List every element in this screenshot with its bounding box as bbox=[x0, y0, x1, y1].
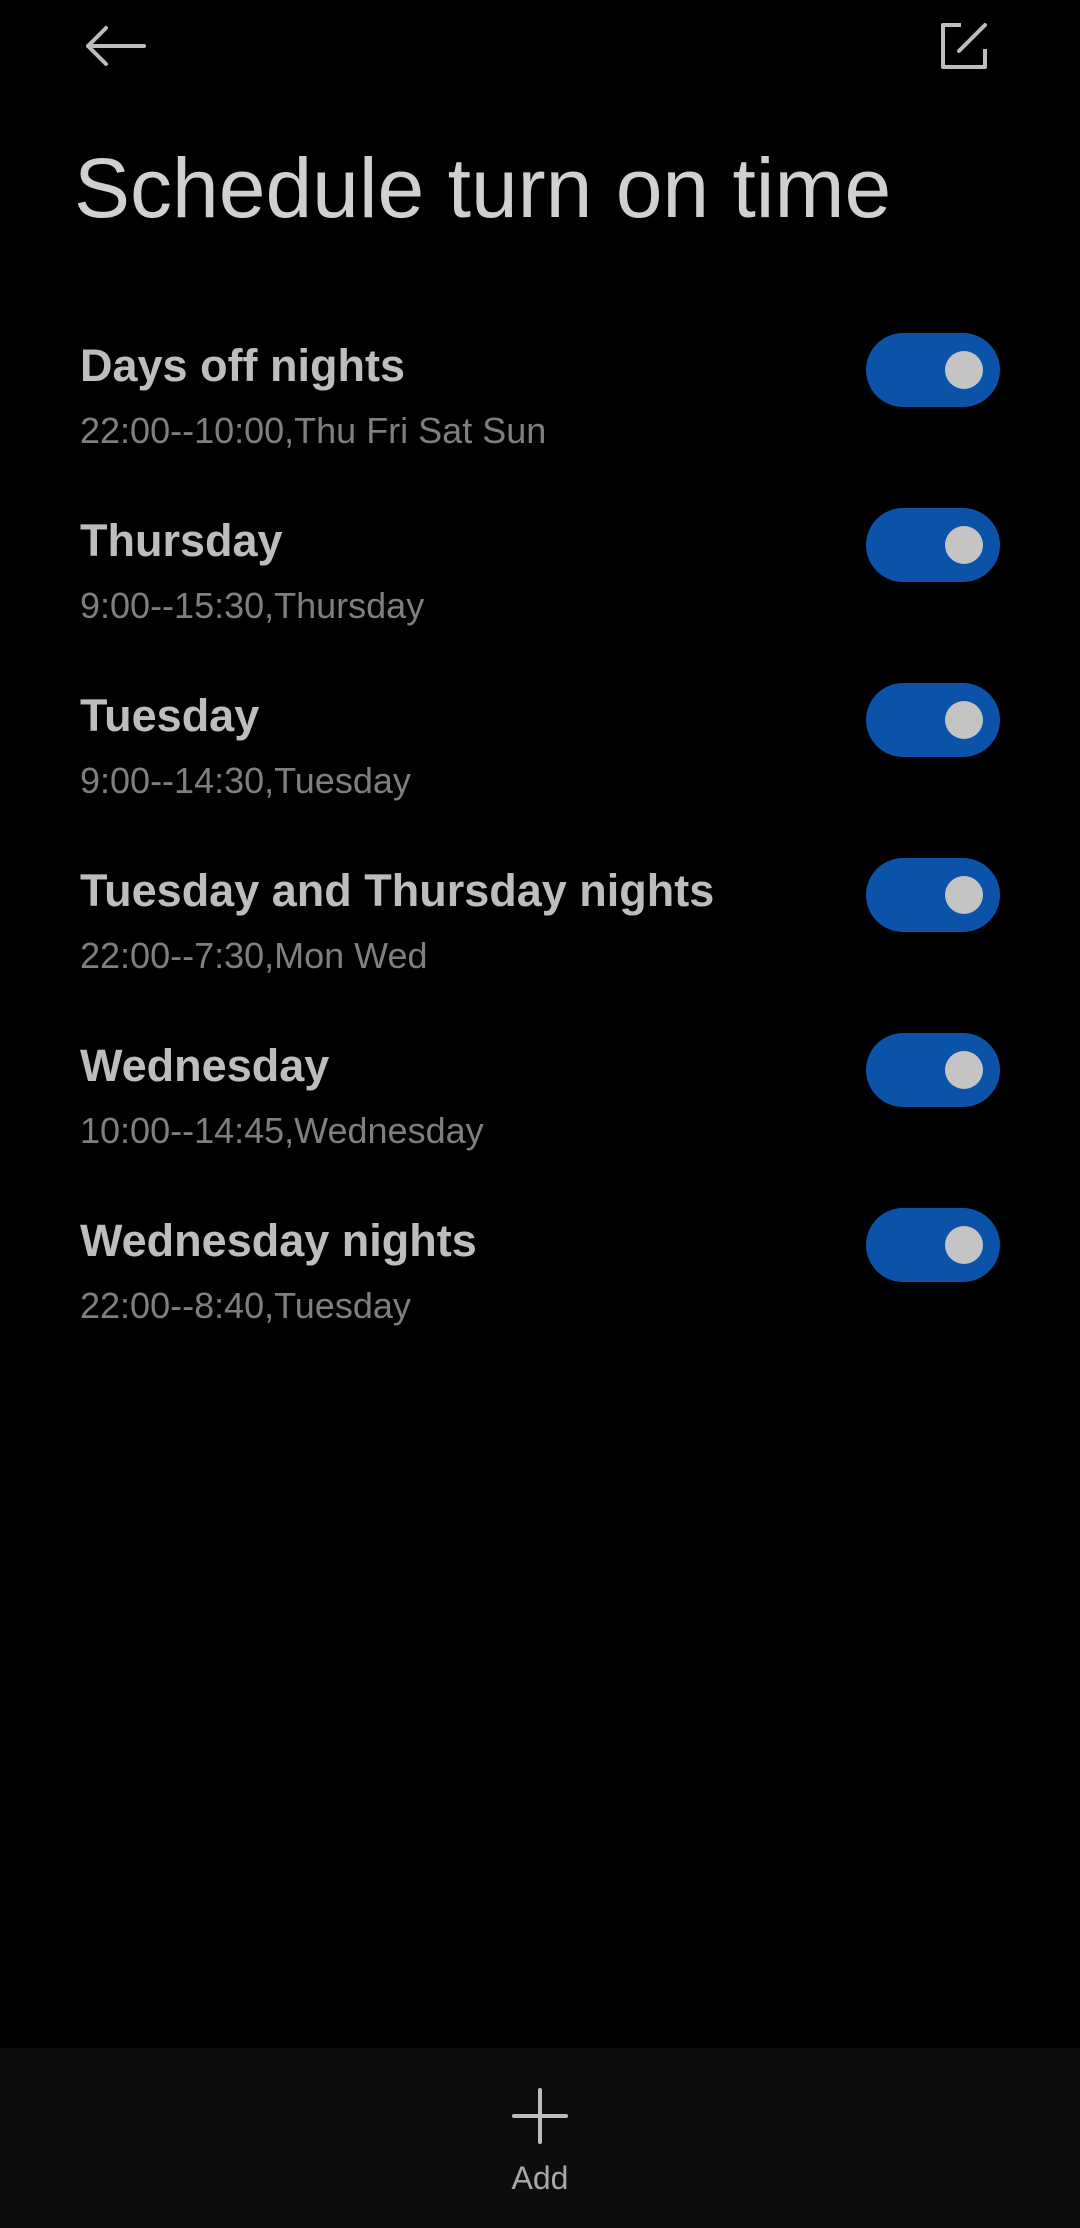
schedule-subtitle: 22:00--8:40,Tuesday bbox=[80, 1285, 411, 1326]
schedule-toggle[interactable] bbox=[866, 1208, 1000, 1282]
schedule-subtitle: 10:00--14:45,Wednesday bbox=[80, 1110, 484, 1151]
edit-button[interactable] bbox=[924, 6, 1004, 86]
bottom-bar: Add bbox=[0, 2048, 1080, 2228]
schedule-row[interactable]: Tuesday 9:00--14:30,Tuesday bbox=[0, 666, 1080, 841]
schedule-title: Wednesday nights bbox=[80, 1215, 477, 1266]
top-bar bbox=[0, 0, 1080, 100]
arrow-left-icon bbox=[86, 26, 146, 66]
plus-icon bbox=[512, 2088, 568, 2144]
toggle-knob bbox=[945, 701, 983, 739]
schedule-row[interactable]: Days off nights 22:00--10:00,Thu Fri Sat… bbox=[0, 316, 1080, 491]
schedule-title: Thursday bbox=[80, 515, 283, 566]
schedule-subtitle: 22:00--7:30,Mon Wed bbox=[80, 935, 428, 976]
schedule-toggle[interactable] bbox=[866, 1033, 1000, 1107]
schedule-toggle[interactable] bbox=[866, 683, 1000, 757]
schedule-title: Wednesday bbox=[80, 1040, 330, 1091]
schedule-toggle[interactable] bbox=[866, 333, 1000, 407]
toggle-knob bbox=[945, 1226, 983, 1264]
toggle-knob bbox=[945, 876, 983, 914]
edit-square-icon bbox=[941, 23, 987, 69]
schedule-toggle[interactable] bbox=[866, 858, 1000, 932]
back-button[interactable] bbox=[75, 6, 155, 86]
page-title: Schedule turn on time bbox=[74, 141, 892, 235]
schedule-subtitle: 9:00--14:30,Tuesday bbox=[80, 760, 411, 801]
schedule-row[interactable]: Tuesday and Thursday nights 22:00--7:30,… bbox=[0, 841, 1080, 1016]
schedule-title: Tuesday and Thursday nights bbox=[80, 865, 715, 916]
schedule-row[interactable]: Thursday 9:00--15:30,Thursday bbox=[0, 491, 1080, 666]
schedule-subtitle: 9:00--15:30,Thursday bbox=[80, 585, 425, 626]
toggle-knob bbox=[945, 526, 983, 564]
add-label: Add bbox=[511, 2160, 569, 2196]
schedule-row[interactable]: Wednesday nights 22:00--8:40,Tuesday bbox=[0, 1191, 1080, 1366]
schedule-row[interactable]: Wednesday 10:00--14:45,Wednesday bbox=[0, 1016, 1080, 1191]
schedule-title: Days off nights bbox=[80, 340, 406, 391]
schedule-toggle[interactable] bbox=[866, 508, 1000, 582]
add-button[interactable]: Add bbox=[440, 2088, 640, 2218]
schedule-subtitle: 22:00--10:00,Thu Fri Sat Sun bbox=[80, 410, 547, 451]
toggle-knob bbox=[945, 351, 983, 389]
schedule-title: Tuesday bbox=[80, 690, 260, 741]
toggle-knob bbox=[945, 1051, 983, 1089]
